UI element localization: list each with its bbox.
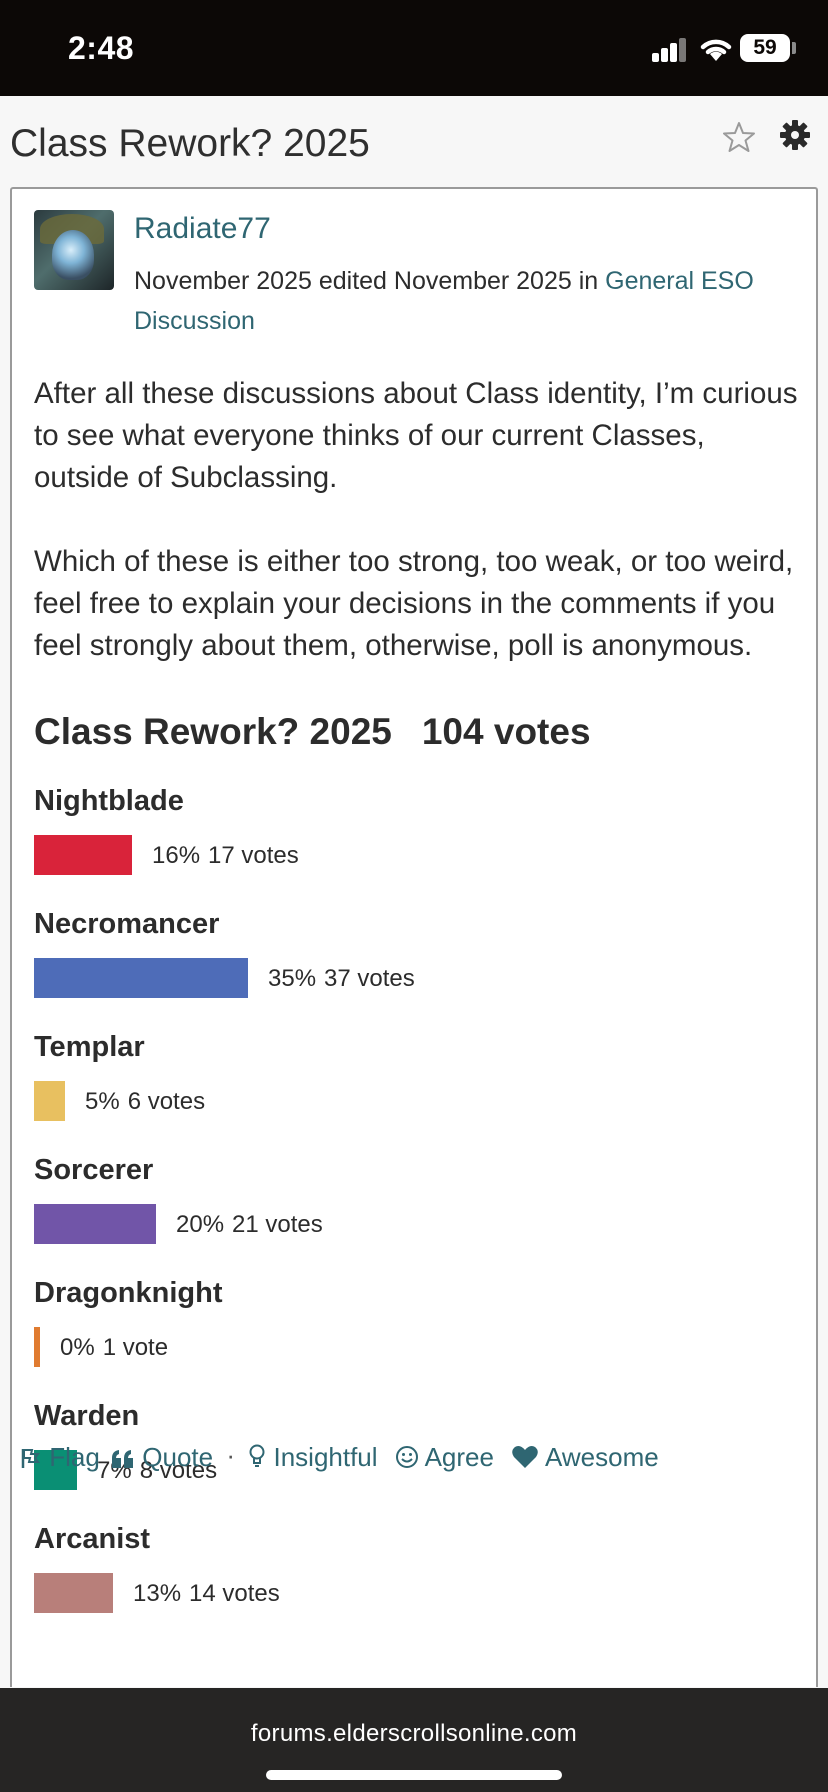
status-time: 2:48 xyxy=(68,30,135,66)
option-label: Dragonknight xyxy=(34,1277,223,1309)
poll-option: Nightblade 16% 17 votes xyxy=(34,785,794,895)
reactions-bar: Flag Quote · Insightful Agree Awesome xyxy=(20,1440,659,1476)
option-result: 16% 17 votes xyxy=(152,842,299,870)
option-votes: 14 votes xyxy=(189,1580,280,1607)
separator: · xyxy=(226,1440,236,1470)
poll-option: Templar 5% 6 votes xyxy=(34,1031,794,1141)
option-votes: 6 votes xyxy=(127,1088,206,1115)
flag-button[interactable]: Flag xyxy=(20,1442,100,1473)
post-paragraph: After all these discussions about Class … xyxy=(34,377,798,494)
status-bar: 2:48 59 xyxy=(0,0,828,96)
option-bar xyxy=(34,1204,156,1244)
url-text[interactable]: forums.elderscrollsonline.com xyxy=(0,1720,828,1748)
insightful-button[interactable]: Insightful xyxy=(248,1441,378,1473)
option-label: Templar xyxy=(34,1031,145,1063)
post-date: November 2025 edited November 2025 in xyxy=(134,267,606,295)
option-votes: 17 votes xyxy=(208,842,299,869)
option-result: 35% 37 votes xyxy=(268,965,415,993)
agree-button[interactable]: Agree xyxy=(395,1442,494,1473)
option-bar xyxy=(34,1573,113,1613)
quote-button[interactable]: Quote xyxy=(111,1442,213,1473)
option-bar xyxy=(34,958,248,998)
awesome-label: Awesome xyxy=(545,1441,659,1472)
poll-option: Dragonknight 0% 1 vote xyxy=(34,1277,794,1387)
option-result: 13% 14 votes xyxy=(133,1580,280,1608)
poll-title: Class Rework? 2025 104 votes xyxy=(34,711,591,753)
page-title: Class Rework? 2025 xyxy=(10,122,370,165)
signal-icon xyxy=(652,38,688,62)
star-icon[interactable] xyxy=(722,120,756,154)
poll-total-votes: 104 votes xyxy=(421,711,591,752)
option-label: Necromancer xyxy=(34,908,220,940)
option-result: 0% 1 vote xyxy=(60,1334,168,1362)
option-bar xyxy=(34,1081,65,1121)
poll-title-text: Class Rework? 2025 xyxy=(34,711,392,752)
home-indicator[interactable] xyxy=(266,1770,562,1780)
poll-option: Necromancer 35% 37 votes xyxy=(34,908,794,1018)
post-body: After all these discussions about Class … xyxy=(34,373,804,709)
author-name[interactable]: Radiate77 xyxy=(134,212,271,246)
quote-icon xyxy=(112,1449,134,1468)
avatar[interactable] xyxy=(34,210,114,290)
option-label: Nightblade xyxy=(34,785,184,817)
option-label: Sorcerer xyxy=(34,1154,154,1186)
option-percent: 20% xyxy=(176,1211,225,1238)
option-result: 20% 21 votes xyxy=(176,1211,323,1239)
poll-option: Arcanist 13% 14 votes xyxy=(34,1523,794,1633)
browser-url-bar[interactable]: forums.elderscrollsonline.com xyxy=(0,1688,828,1792)
option-percent: 5% xyxy=(85,1088,120,1115)
page-header: Class Rework? 2025 xyxy=(0,96,828,188)
option-votes: 37 votes xyxy=(324,965,415,992)
option-percent: 35% xyxy=(268,965,317,992)
option-percent: 16% xyxy=(152,842,201,869)
smile-icon xyxy=(395,1445,418,1468)
flag-icon xyxy=(21,1448,40,1468)
poll-option: Sorcerer 20% 21 votes xyxy=(34,1154,794,1264)
option-percent: 0% xyxy=(60,1334,95,1361)
quote-label: Quote xyxy=(142,1441,214,1472)
option-votes: 1 vote xyxy=(102,1334,169,1361)
lightbulb-icon xyxy=(249,1444,265,1467)
option-bar xyxy=(34,835,132,875)
post-meta: November 2025 edited November 2025 in Ge… xyxy=(134,261,804,341)
insightful-label: Insightful xyxy=(273,1441,378,1472)
battery-cap xyxy=(792,42,796,54)
option-percent: 13% xyxy=(133,1580,182,1607)
flag-label: Flag xyxy=(49,1441,100,1472)
option-label: Arcanist xyxy=(34,1523,151,1555)
agree-label: Agree xyxy=(424,1441,494,1472)
heart-icon xyxy=(512,1445,538,1468)
option-result: 5% 6 votes xyxy=(85,1088,205,1116)
wifi-icon xyxy=(700,39,732,61)
gear-icon[interactable] xyxy=(778,118,812,152)
option-votes: 21 votes xyxy=(232,1211,323,1238)
option-bar xyxy=(34,1327,40,1367)
option-label: Warden xyxy=(34,1400,140,1432)
awesome-button[interactable]: Awesome xyxy=(511,1441,659,1473)
battery-icon: 59 xyxy=(740,34,790,62)
post-paragraph: Which of these is either too strong, too… xyxy=(34,545,794,662)
